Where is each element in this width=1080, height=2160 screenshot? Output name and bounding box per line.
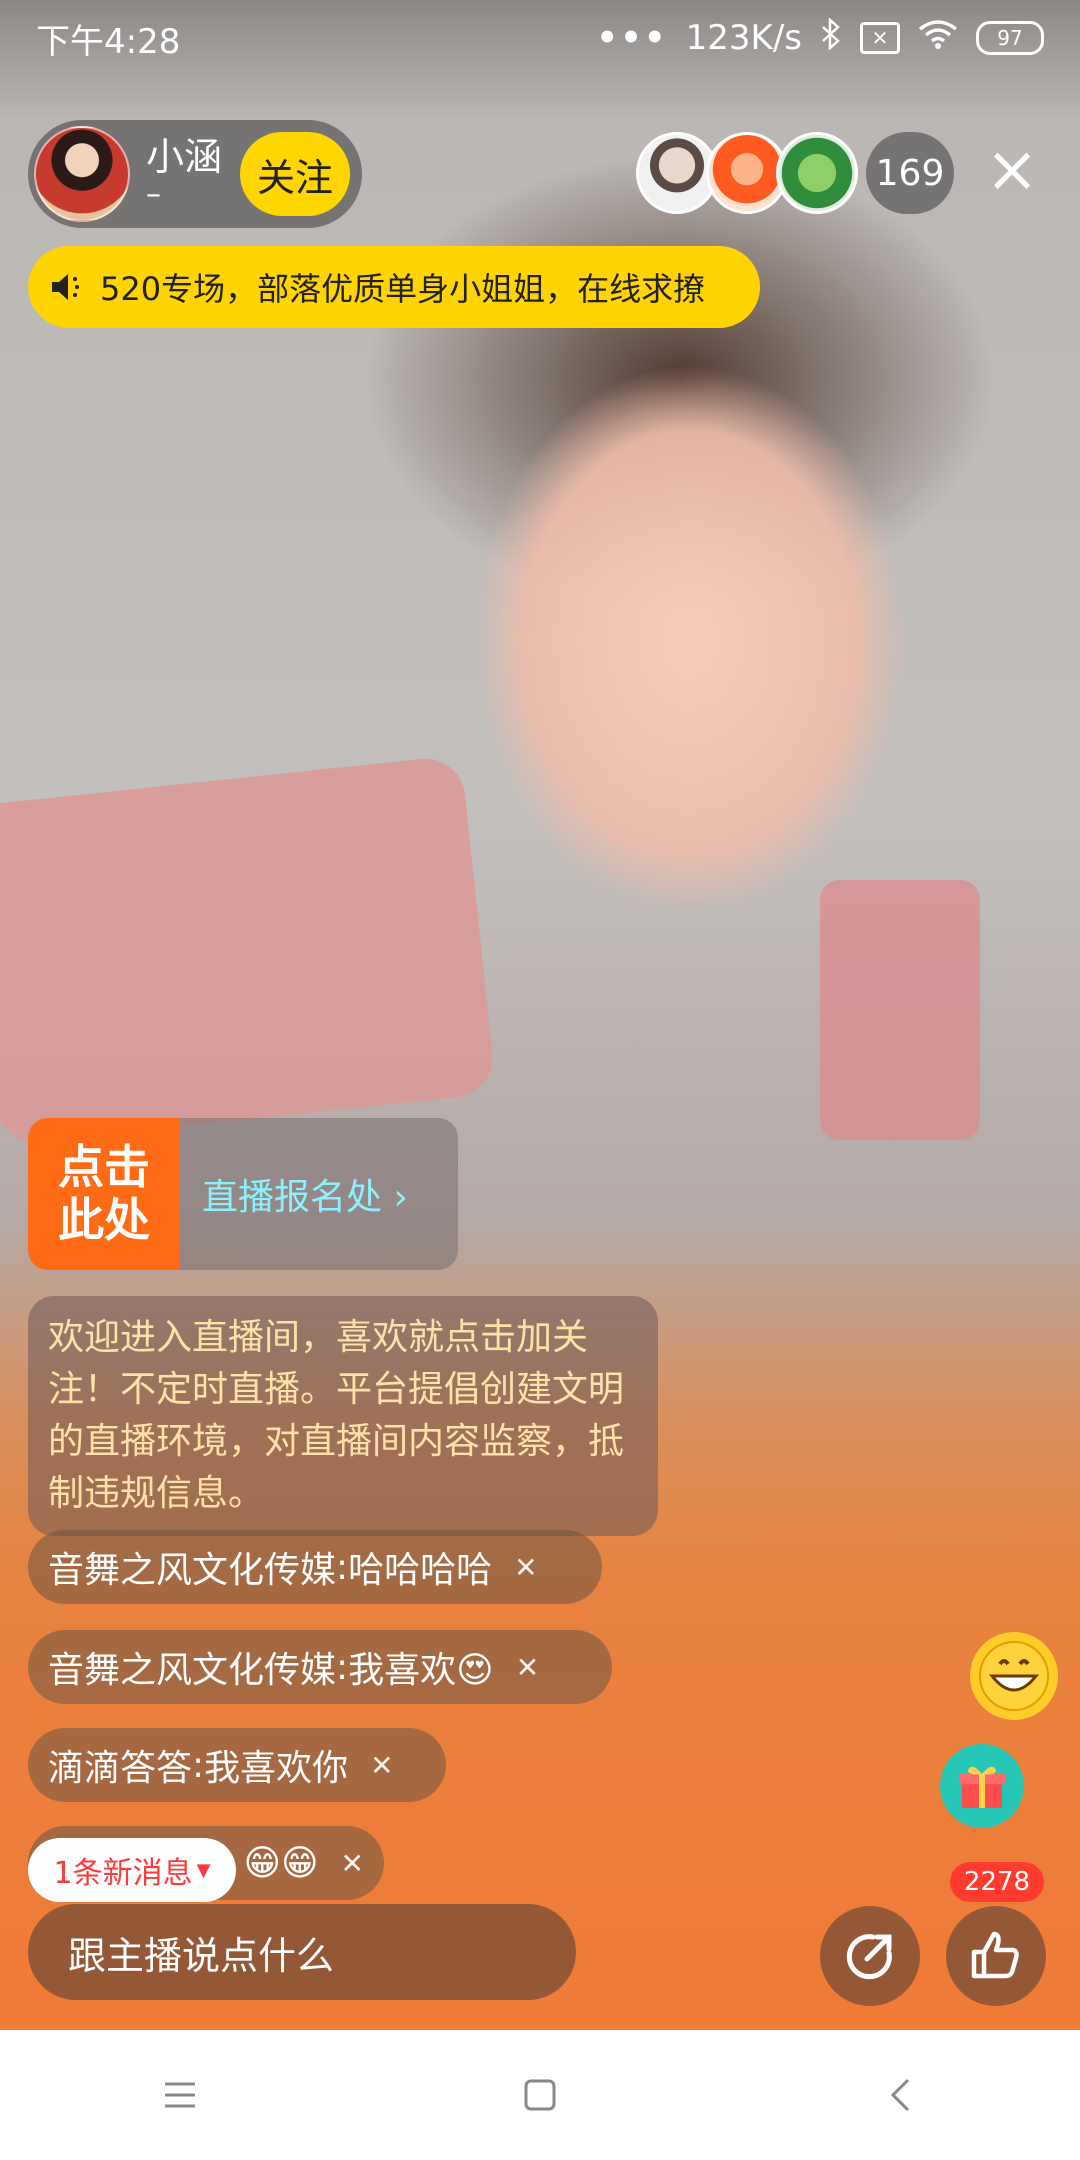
gift-icon[interactable] xyxy=(940,1744,1024,1828)
home-icon[interactable] xyxy=(480,2045,600,2145)
menu-icon[interactable] xyxy=(120,2045,240,2145)
host-card[interactable]: 小涵 – 关注 xyxy=(28,120,362,228)
chat-message: 音舞之风文化传媒: 我喜欢😍 ✕ xyxy=(28,1630,612,1704)
chat-message: 音舞之风文化传媒: 哈哈哈哈 ✕ xyxy=(28,1530,602,1604)
thumbs-up-icon xyxy=(971,1931,1019,1979)
sim-off-icon: ✕ xyxy=(860,22,900,54)
status-bar: 下午4:28 ••• 123K/s ✕ 97 xyxy=(0,0,1080,76)
new-message-text: 1条新消息 xyxy=(53,1856,193,1891)
dismiss-icon[interactable]: ✕ xyxy=(370,1749,393,1782)
chat-message: 滴滴答答: 我喜欢你 ✕ xyxy=(28,1728,446,1802)
background-cushion-right xyxy=(820,880,980,1140)
close-icon[interactable]: × xyxy=(980,138,1044,204)
status-icons: ••• 123K/s ✕ 97 xyxy=(596,16,1044,59)
like-button[interactable] xyxy=(946,1906,1046,2006)
chat-text: 我喜欢你 xyxy=(204,1748,349,1789)
battery-level: 97 xyxy=(997,26,1023,50)
chat-user: 音舞之风文化传媒 xyxy=(48,1550,337,1591)
chat-user: 滴滴答答 xyxy=(48,1748,193,1789)
follow-button[interactable]: 关注 xyxy=(240,132,350,216)
dismiss-icon[interactable]: ✕ xyxy=(516,1651,539,1684)
caret-down-icon: ▼ xyxy=(196,1859,211,1881)
speaker-icon xyxy=(52,274,79,300)
signup-banner[interactable]: 点击 此处 直播报名处 › xyxy=(28,1118,458,1270)
status-time: 下午4:28 xyxy=(36,21,181,62)
viewer-avatar[interactable] xyxy=(776,132,858,214)
chat-text: 哈哈哈哈 xyxy=(348,1550,493,1591)
signup-tag-text: 点击 此处 xyxy=(58,1140,150,1247)
announcement-text: 520专场，部落优质单身小姐姐，在线求撩 xyxy=(100,270,706,308)
like-count-badge: 2278 xyxy=(950,1862,1044,1902)
system-message: 欢迎进入直播间，喜欢就点击加关注！不定时直播。平台提倡创建文明的直播环境，对直播… xyxy=(28,1296,658,1536)
chat-text: 😁😁 xyxy=(243,1842,319,1884)
signup-link[interactable]: 直播报名处 › xyxy=(180,1118,408,1270)
dismiss-icon[interactable]: ✕ xyxy=(514,1551,537,1584)
back-icon[interactable] xyxy=(840,2045,960,2145)
host-avatar[interactable] xyxy=(34,126,130,222)
chat-separator: : xyxy=(192,1744,205,1786)
bluetooth-icon xyxy=(820,16,842,59)
network-speed: 123K/s xyxy=(685,18,802,58)
dismiss-icon[interactable]: ✕ xyxy=(341,1847,364,1880)
announcement-banner[interactable]: 520专场，部落优质单身小姐姐，在线求撩 xyxy=(28,246,760,328)
background-cushion xyxy=(0,754,497,1146)
chat-user: 音舞之风文化传媒 xyxy=(48,1650,337,1691)
signal-dots-icon: ••• xyxy=(596,18,668,58)
emoji-icon[interactable] xyxy=(970,1632,1058,1720)
battery-icon: 97 xyxy=(976,21,1044,55)
chat-text: 我喜欢😍 xyxy=(348,1650,494,1691)
signup-tag[interactable]: 点击 此处 xyxy=(28,1118,180,1270)
viewer-avatars[interactable] xyxy=(636,132,858,214)
host-info: 小涵 – xyxy=(146,134,223,213)
system-navigation-bar xyxy=(0,2030,1080,2160)
viewer-count-button[interactable]: 169 xyxy=(866,132,954,214)
chat-separator: : xyxy=(336,1646,349,1688)
host-subtitle: – xyxy=(146,177,161,213)
host-name: 小涵 xyxy=(146,134,223,179)
share-icon xyxy=(846,1934,892,1980)
new-message-pill[interactable]: 1条新消息 ▼ xyxy=(28,1838,236,1902)
wifi-icon xyxy=(918,18,958,58)
share-button[interactable] xyxy=(820,1906,920,2006)
chat-separator: : xyxy=(336,1546,349,1588)
comment-input[interactable]: 跟主播说点什么 xyxy=(28,1904,576,2000)
